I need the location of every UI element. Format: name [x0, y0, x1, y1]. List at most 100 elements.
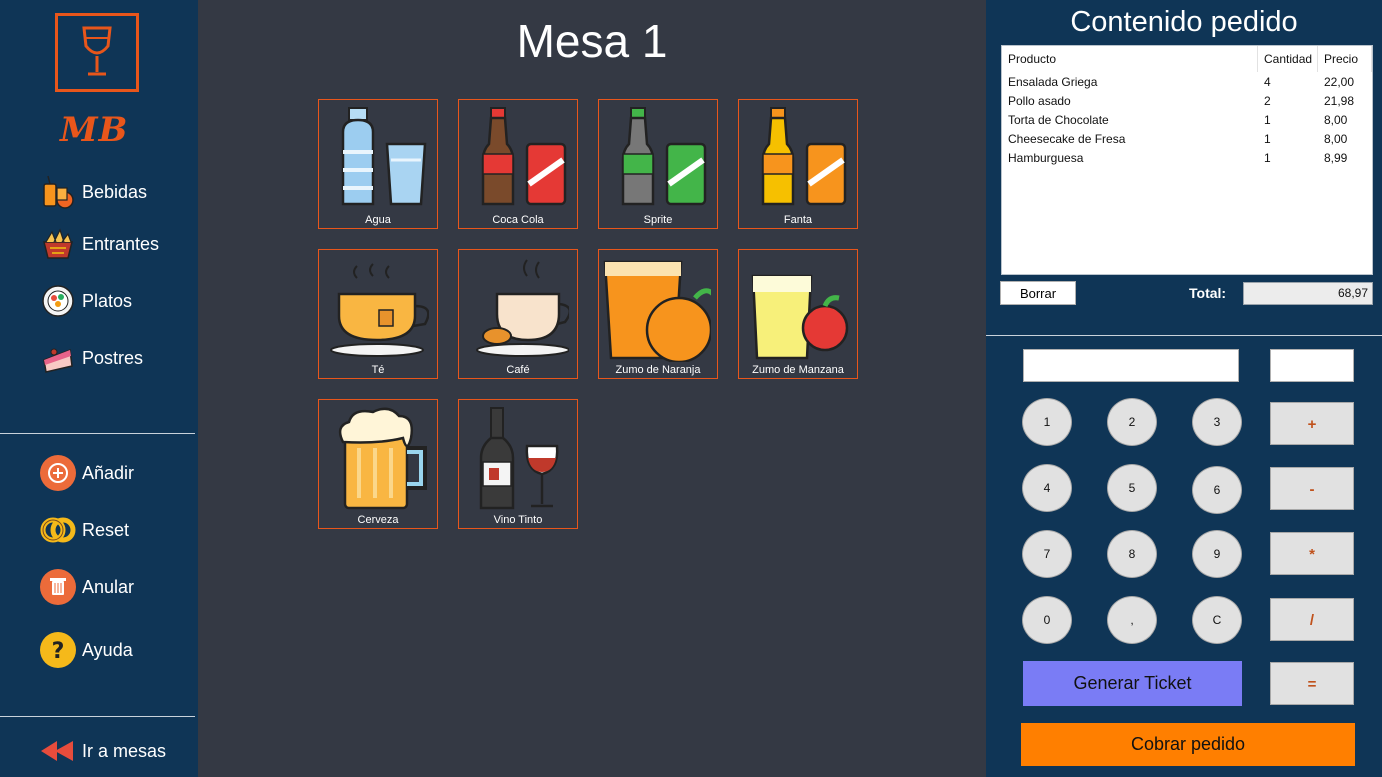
sidebar-item-label: Bebidas: [82, 181, 148, 202]
cell-quantity: 1: [1264, 113, 1271, 127]
sidebar-divider: [0, 433, 195, 434]
product-label: Agua: [365, 214, 391, 226]
water-bottle-icon: [341, 107, 427, 206]
product-tile-sprite[interactable]: Sprite: [598, 99, 718, 229]
sidebar-item-bebidas[interactable]: Bebidas: [38, 172, 147, 212]
column-header-producto[interactable]: Producto: [1002, 46, 1258, 72]
cell-quantity: 2: [1264, 94, 1271, 108]
key-9[interactable]: 9: [1192, 530, 1242, 578]
key-5[interactable]: 5: [1107, 464, 1157, 512]
operator-plus[interactable]: +: [1270, 402, 1354, 445]
product-label: Zumo de Manzana: [752, 364, 844, 376]
coffee-icon: [476, 259, 569, 357]
page-title: Mesa 1: [516, 15, 668, 67]
product-tile-cafe[interactable]: Café: [458, 249, 578, 379]
add-button[interactable]: Añadir: [38, 453, 134, 493]
key-7[interactable]: 7: [1022, 530, 1072, 578]
reset-button[interactable]: Reset: [38, 510, 129, 550]
wine-icon: [479, 407, 559, 510]
key-1[interactable]: 1: [1022, 398, 1072, 446]
total-value: 68,97: [1243, 282, 1373, 305]
total-label: Total:: [1189, 285, 1227, 301]
table-row[interactable]: Cheesecake de Fresa 1 8,00: [1002, 130, 1372, 149]
operator-multiply[interactable]: *: [1270, 532, 1354, 575]
product-label: Fanta: [783, 214, 813, 226]
key-8[interactable]: 8: [1107, 530, 1157, 578]
apple-juice-icon: [751, 274, 849, 360]
sidebar-item-platos[interactable]: Platos: [38, 281, 132, 321]
plate-icon: [38, 281, 78, 321]
column-header-precio[interactable]: Precio: [1318, 46, 1372, 72]
operator-equals[interactable]: =: [1270, 662, 1354, 705]
charge-order-button[interactable]: Cobrar pedido: [1021, 723, 1355, 766]
table-row[interactable]: Hamburguesa 1 8,99: [1002, 149, 1372, 168]
product-tile-vino-tinto[interactable]: Vino Tinto: [458, 399, 578, 529]
sidebar-item-entrantes[interactable]: Entrantes: [38, 224, 159, 264]
product-tile-coca-cola[interactable]: Coca Cola: [458, 99, 578, 229]
order-panel: Contenido pedido Producto Cantidad Preci…: [986, 0, 1382, 777]
table-row[interactable]: Ensalada Griega 4 22,00: [1002, 73, 1372, 92]
generate-ticket-button[interactable]: Generar Ticket: [1023, 661, 1242, 706]
product-tile-zumo-manzana[interactable]: Zumo de Manzana: [738, 249, 858, 379]
cell-product: Pollo asado: [1008, 94, 1071, 108]
sidebar: MB Bebidas Entrantes Platos Postres Añad…: [0, 0, 198, 777]
product-label: Coca Cola: [492, 214, 544, 226]
table-row[interactable]: Torta de Chocolate 1 8,00: [1002, 111, 1372, 130]
cell-price: 22,00: [1324, 75, 1355, 89]
product-tile-cerveza[interactable]: Cerveza: [318, 399, 438, 529]
cell-price: 8,99: [1324, 151, 1348, 165]
logo: [55, 13, 139, 92]
svg-text:?: ?: [52, 639, 65, 664]
key-6[interactable]: 6: [1192, 466, 1242, 514]
beer-icon: [338, 407, 427, 510]
key-2[interactable]: 2: [1107, 398, 1157, 446]
tea-icon: [330, 263, 429, 357]
sidebar-item-label: Platos: [82, 290, 133, 311]
cancel-label: Anular: [82, 576, 135, 597]
product-label: Cerveza: [357, 514, 399, 526]
table-row[interactable]: Pollo asado 2 21,98: [1002, 92, 1372, 111]
cell-price: 8,00: [1324, 113, 1348, 127]
column-header-cantidad[interactable]: Cantidad: [1258, 46, 1318, 72]
operator-divide[interactable]: /: [1270, 598, 1354, 641]
product-label: Café: [506, 364, 530, 376]
cell-product: Ensalada Griega: [1008, 75, 1098, 89]
reset-label: Reset: [82, 519, 130, 540]
back-to-tables-button[interactable]: Ir a mesas: [38, 731, 166, 771]
cancel-button[interactable]: Anular: [38, 567, 134, 607]
key-4[interactable]: 4: [1022, 464, 1072, 512]
panel-divider: [986, 335, 1382, 336]
product-tile-fanta[interactable]: Fanta: [738, 99, 858, 229]
calculator-display[interactable]: [1023, 349, 1239, 382]
product-tile-zumo-naranja[interactable]: Zumo de Naranja: [598, 249, 718, 379]
table-header: Producto Cantidad Precio: [1002, 46, 1372, 72]
cell-price: 8,00: [1324, 132, 1348, 146]
calculator-result[interactable]: [1270, 349, 1354, 382]
delete-button[interactable]: Borrar: [1000, 281, 1076, 305]
help-button[interactable]: ? Ayuda: [38, 630, 133, 670]
sidebar-item-label: Postres: [82, 347, 144, 368]
product-label: Té: [371, 364, 385, 376]
product-label: Sprite: [643, 214, 673, 226]
orange-juice-icon: [603, 260, 711, 362]
fanta-icon: [761, 107, 847, 206]
order-table[interactable]: Producto Cantidad Precio Ensalada Griega…: [1001, 45, 1373, 275]
key-0[interactable]: 0: [1022, 596, 1072, 644]
key-3[interactable]: 3: [1192, 398, 1242, 446]
product-label: Zumo de Naranja: [615, 364, 701, 376]
cell-product: Hamburguesa: [1008, 151, 1084, 165]
key-comma[interactable]: ,: [1107, 596, 1157, 644]
sidebar-item-postres[interactable]: Postres: [38, 338, 143, 378]
product-tile-agua[interactable]: Agua: [318, 99, 438, 229]
nachos-icon: [38, 224, 78, 264]
operator-minus[interactable]: -: [1270, 467, 1354, 510]
logo-text: MB: [60, 110, 129, 150]
key-clear[interactable]: C: [1192, 596, 1242, 644]
order-panel-title: Contenido pedido: [1070, 6, 1298, 38]
cell-quantity: 1: [1264, 151, 1271, 165]
product-tile-te[interactable]: Té: [318, 249, 438, 379]
back-to-tables-label: Ir a mesas: [82, 740, 167, 761]
cell-price: 21,98: [1324, 94, 1355, 108]
rewind-icon: [38, 731, 78, 771]
cake-icon: [38, 338, 78, 378]
